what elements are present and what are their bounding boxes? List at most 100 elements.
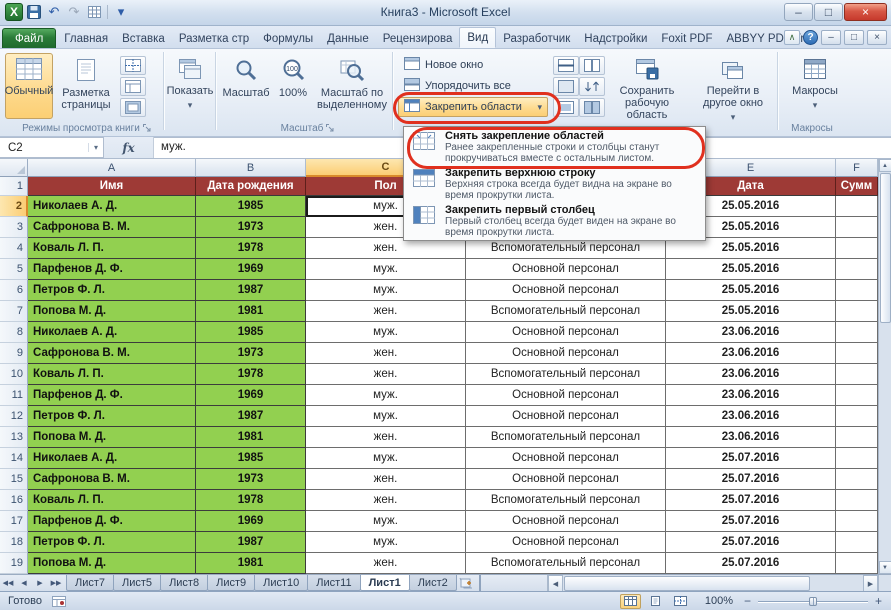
cell-B18[interactable]: 1987 — [196, 532, 306, 553]
cell-C11[interactable]: муж. — [306, 385, 466, 406]
cell-E7[interactable]: 25.05.2016 — [666, 301, 836, 322]
cell-F3[interactable] — [836, 217, 878, 238]
cell-D9[interactable]: Основной персонал — [466, 343, 666, 364]
workbook-minimize-button[interactable]: – — [821, 30, 841, 45]
cell-A7[interactable]: Попова М. Д. — [28, 301, 196, 322]
freeze-menu-item-1[interactable]: Снять закрепление областейРанее закрепле… — [405, 128, 704, 165]
cell-A11[interactable]: Парфенов Д. Ф. — [28, 385, 196, 406]
scroll-down-icon[interactable]: ▼ — [879, 561, 891, 574]
row-header-2[interactable]: 2 — [0, 196, 28, 217]
cell-A3[interactable]: Сафронова В. М. — [28, 217, 196, 238]
row-header-5[interactable]: 5 — [0, 259, 28, 280]
cell-E9[interactable]: 23.06.2016 — [666, 343, 836, 364]
row-header-1[interactable]: 1 — [0, 177, 28, 196]
hide-window-icon[interactable] — [553, 77, 579, 96]
cell-D7[interactable]: Вспомогательный персонал — [466, 301, 666, 322]
cell-E19[interactable]: 25.07.2016 — [666, 553, 836, 574]
switch-windows-button[interactable]: Перейти в другое окно ▾ — [693, 53, 773, 119]
cell-B8[interactable]: 1985 — [196, 322, 306, 343]
zoom-in-button[interactable]: + — [872, 594, 885, 608]
cell-F17[interactable] — [836, 511, 878, 532]
cell-B15[interactable]: 1973 — [196, 469, 306, 490]
workbook-restore-button[interactable]: □ — [844, 30, 864, 45]
ribbon-tab-Вид[interactable]: Вид — [459, 27, 496, 48]
horizontal-scroll-thumb[interactable] — [564, 576, 810, 591]
cell-C4[interactable]: жен. — [306, 238, 466, 259]
cell-C5[interactable]: муж. — [306, 259, 466, 280]
cell-D13[interactable]: Вспомогательный персонал — [466, 427, 666, 448]
cell-C13[interactable]: жен. — [306, 427, 466, 448]
cell-D16[interactable]: Вспомогательный персонал — [466, 490, 666, 511]
cell-C10[interactable]: жен. — [306, 364, 466, 385]
cell-D4[interactable]: Вспомогательный персонал — [466, 238, 666, 259]
cell-D19[interactable]: Вспомогательный персонал — [466, 553, 666, 574]
cell-B5[interactable]: 1969 — [196, 259, 306, 280]
cell-A2[interactable]: Николаев А. Д. — [28, 196, 196, 217]
cell-B3[interactable]: 1973 — [196, 217, 306, 238]
row-header-8[interactable]: 8 — [0, 322, 28, 343]
cell-C6[interactable]: муж. — [306, 280, 466, 301]
cell-D18[interactable]: Основной персонал — [466, 532, 666, 553]
ribbon-tab-Надстройки[interactable]: Надстройки — [577, 29, 654, 48]
row-header-19[interactable]: 19 — [0, 553, 28, 574]
cell-E11[interactable]: 23.06.2016 — [666, 385, 836, 406]
row-header-18[interactable]: 18 — [0, 532, 28, 553]
cell-C9[interactable]: жен. — [306, 343, 466, 364]
cell-D5[interactable]: Основной персонал — [466, 259, 666, 280]
page-break-view-toggle[interactable] — [670, 594, 691, 609]
cell-C7[interactable]: жен. — [306, 301, 466, 322]
row-header-12[interactable]: 12 — [0, 406, 28, 427]
help-icon[interactable]: ? — [803, 30, 818, 45]
cell-F2[interactable] — [836, 196, 878, 217]
row-header-16[interactable]: 16 — [0, 490, 28, 511]
view-side-by-side-icon[interactable] — [579, 56, 605, 75]
insert-function-button[interactable]: fx — [104, 137, 154, 158]
cell-F15[interactable] — [836, 469, 878, 490]
cell-F12[interactable] — [836, 406, 878, 427]
cell-C12[interactable]: муж. — [306, 406, 466, 427]
cell-B11[interactable]: 1969 — [196, 385, 306, 406]
row-header-9[interactable]: 9 — [0, 343, 28, 364]
maximize-button[interactable]: □ — [814, 3, 843, 21]
ribbon-tab-Рецензирова[interactable]: Рецензирова — [376, 29, 460, 48]
cell-F14[interactable] — [836, 448, 878, 469]
split-window-icon[interactable] — [553, 56, 579, 75]
cell-B12[interactable]: 1987 — [196, 406, 306, 427]
cell-F19[interactable] — [836, 553, 878, 574]
cell-A15[interactable]: Сафронова В. М. — [28, 469, 196, 490]
cell-F16[interactable] — [836, 490, 878, 511]
cell-A12[interactable]: Петров Ф. Л. — [28, 406, 196, 427]
cell-A16[interactable]: Коваль Л. П. — [28, 490, 196, 511]
sheet-tab-Лист8[interactable]: Лист8 — [160, 575, 208, 591]
insert-sheet-button[interactable] — [456, 575, 476, 591]
ribbon-tab-Главная[interactable]: Главная — [57, 29, 115, 48]
macros-button[interactable]: Макросы ▾ — [789, 53, 841, 119]
vertical-scrollbar[interactable]: ▲ ▼ — [878, 159, 891, 574]
cell-B17[interactable]: 1969 — [196, 511, 306, 532]
cell-A17[interactable]: Парфенов Д. Ф. — [28, 511, 196, 532]
row-header-10[interactable]: 10 — [0, 364, 28, 385]
scroll-up-icon[interactable]: ▲ — [879, 159, 891, 172]
next-sheet-button[interactable]: ▶ — [32, 575, 48, 591]
cell-E13[interactable]: 23.06.2016 — [666, 427, 836, 448]
cell-D10[interactable]: Вспомогательный персонал — [466, 364, 666, 385]
horizontal-scrollbar[interactable]: ◀ ▶ — [547, 575, 878, 592]
cell-F18[interactable] — [836, 532, 878, 553]
page-layout-button[interactable]: Разметка страницы — [57, 53, 115, 119]
row-header-4[interactable]: 4 — [0, 238, 28, 259]
cell-A6[interactable]: Петров Ф. Л. — [28, 280, 196, 301]
cell-C18[interactable]: муж. — [306, 532, 466, 553]
cell-A13[interactable]: Попова М. Д. — [28, 427, 196, 448]
ribbon-tab-Вставка[interactable]: Вставка — [115, 29, 172, 48]
cell-D12[interactable]: Основной персонал — [466, 406, 666, 427]
ribbon-tab-Foxit PDF[interactable]: Foxit PDF — [654, 29, 719, 48]
column-header-F[interactable]: F — [836, 159, 878, 177]
cell-E6[interactable]: 25.05.2016 — [666, 280, 836, 301]
horizontal-scroll-track[interactable] — [563, 576, 863, 591]
cell-D8[interactable]: Основной персонал — [466, 322, 666, 343]
cell-F6[interactable] — [836, 280, 878, 301]
zoom-out-button[interactable]: − — [741, 594, 754, 608]
scroll-left-icon[interactable]: ◀ — [548, 575, 563, 592]
cell-E4[interactable]: 25.05.2016 — [666, 238, 836, 259]
column-header-A[interactable]: A — [28, 159, 196, 177]
